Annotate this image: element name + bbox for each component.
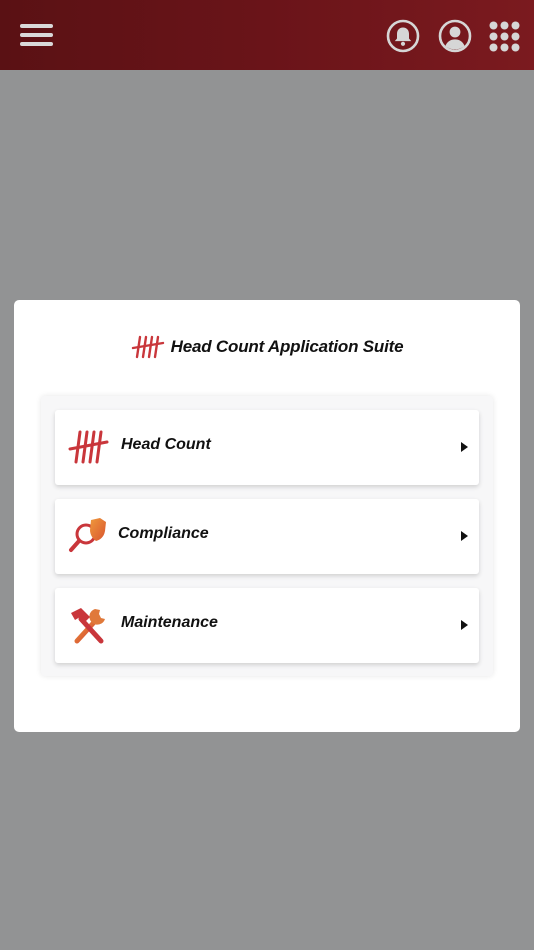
app-item-maintenance[interactable]: Maintenance: [55, 588, 479, 663]
hammer-wrench-icon: [71, 608, 105, 644]
tally-marks-icon: [68, 430, 109, 464]
user-circle-icon[interactable]: [438, 19, 472, 53]
app-item-head-count[interactable]: Head Count: [55, 410, 479, 485]
magnifier-shield-icon: [69, 518, 106, 552]
chevron-right-icon: [461, 531, 468, 541]
top-app-bar: [0, 0, 534, 70]
app-grid-icon[interactable]: [489, 21, 520, 52]
app-item-compliance[interactable]: Compliance: [55, 499, 479, 574]
tally-marks-icon: [131, 335, 164, 359]
menu-line: [20, 42, 53, 46]
app-list: Head Count Compliance Maintenance: [41, 396, 493, 676]
dialog-title-text: Head Count Application Suite: [170, 337, 404, 356]
hamburger-menu-icon[interactable]: [20, 22, 54, 48]
bell-icon[interactable]: [386, 19, 420, 53]
app-suite-dialog: Head Count Application Suite Head Count: [14, 300, 520, 732]
menu-line: [20, 33, 53, 37]
dialog-title: Head Count Application Suite: [14, 334, 520, 364]
chevron-right-icon: [461, 442, 468, 452]
app-item-label: Compliance: [118, 525, 209, 542]
app-item-label: Head Count: [121, 436, 211, 453]
menu-line: [20, 24, 53, 28]
app-item-label: Maintenance: [121, 614, 218, 631]
chevron-right-icon: [461, 620, 468, 630]
